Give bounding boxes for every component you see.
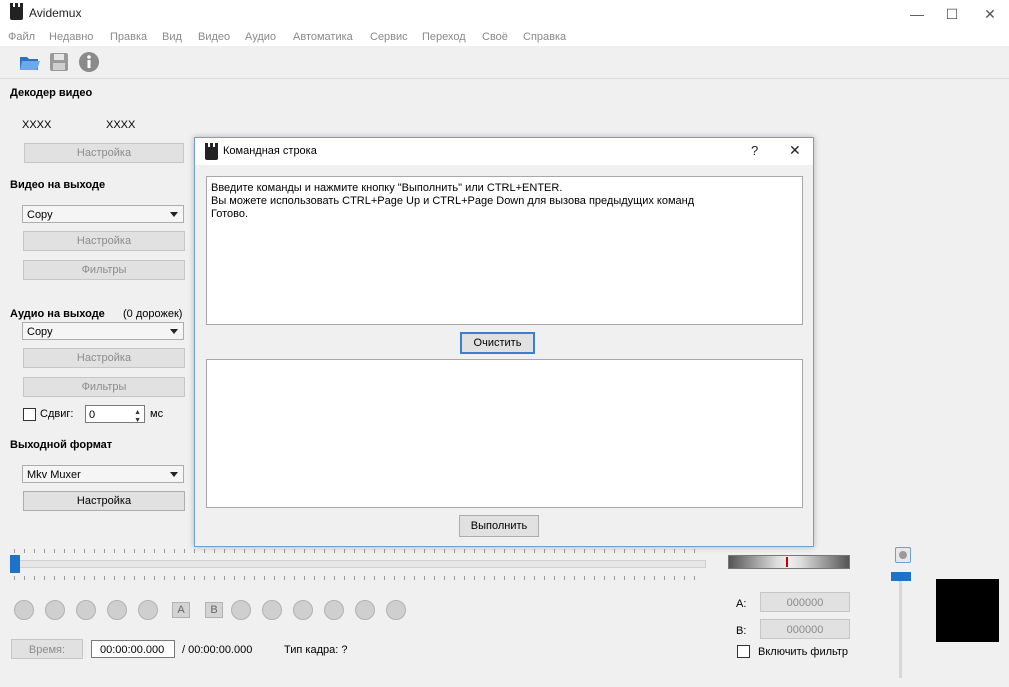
- volume-slider[interactable]: [899, 580, 902, 678]
- current-time-input[interactable]: 00:00:00.000: [91, 640, 175, 658]
- dialog-close-button[interactable]: ✕: [789, 142, 801, 159]
- dialog-title: Командная строка: [223, 145, 317, 157]
- log-line: Готово.: [211, 208, 249, 220]
- dialog-help-button[interactable]: ?: [751, 143, 758, 158]
- goto-marker-b-button[interactable]: [262, 600, 282, 620]
- spin-down-icon[interactable]: ▼: [134, 412, 141, 430]
- decoder-settings-button[interactable]: Настройка: [24, 143, 184, 163]
- close-button[interactable]: ✕: [975, 4, 1005, 24]
- time-button[interactable]: Время:: [11, 639, 83, 659]
- next-frame-button[interactable]: [76, 600, 96, 620]
- shift-input[interactable]: 0 ▲ ▼: [85, 405, 145, 424]
- jog-wheel[interactable]: [728, 555, 850, 569]
- prev-black-frame-button[interactable]: [355, 600, 375, 620]
- jog-indicator: [786, 557, 788, 567]
- menu-view[interactable]: Вид: [162, 31, 182, 43]
- menu-go[interactable]: Переход: [422, 31, 466, 43]
- title-bar: [0, 0, 1009, 28]
- next-black-frame-button[interactable]: [386, 600, 406, 620]
- audio-filters-button[interactable]: Фильтры: [23, 377, 185, 397]
- audio-output-title: Аудио на выходе: [10, 308, 105, 320]
- video-output-title: Видео на выходе: [10, 179, 106, 191]
- shift-label: Сдвиг:: [40, 408, 74, 420]
- prev-keyframe-button[interactable]: [107, 600, 127, 620]
- shift-value: 0: [89, 409, 96, 421]
- marker-b-label: B:: [736, 625, 747, 637]
- command-line-dialog: Командная строка ? ✕ Введите команды и н…: [194, 137, 814, 547]
- save-icon[interactable]: [47, 50, 71, 74]
- run-button[interactable]: Выполнить: [459, 515, 539, 537]
- timeline-ticks-bottom: [14, 576, 704, 580]
- marker-a-field: 000000: [760, 592, 850, 612]
- video-codec-value: Copy: [27, 209, 53, 221]
- set-marker-b-button[interactable]: B: [205, 602, 223, 618]
- audio-settings-button[interactable]: Настройка: [23, 348, 185, 368]
- menu-auto[interactable]: Автоматика: [293, 31, 353, 43]
- audio-codec-select[interactable]: Copy: [22, 322, 184, 340]
- chevron-down-icon: [170, 212, 178, 217]
- log-line: Вы можете использовать CTRL+Page Up и CT…: [211, 195, 695, 207]
- goto-start-button[interactable]: [293, 600, 313, 620]
- total-time: / 00:00:00.000: [182, 644, 253, 656]
- goto-end-button[interactable]: [324, 600, 344, 620]
- goto-marker-a-button[interactable]: [231, 600, 251, 620]
- menu-audio[interactable]: Аудио: [245, 31, 276, 43]
- log-line: Введите команды и нажмите кнопку "Выполн…: [211, 182, 563, 194]
- marker-a-label: A:: [736, 598, 747, 610]
- open-folder-icon[interactable]: [18, 50, 42, 74]
- minimize-button[interactable]: —: [902, 4, 932, 24]
- menu-help[interactable]: Справка: [523, 31, 566, 43]
- menu-edit[interactable]: Правка: [110, 31, 147, 43]
- chevron-down-icon: [170, 329, 178, 334]
- command-log[interactable]: Введите команды и нажмите кнопку "Выполн…: [206, 176, 803, 325]
- preview-thumbnail: [936, 579, 999, 642]
- play-button[interactable]: [14, 600, 34, 620]
- video-filters-button[interactable]: Фильтры: [23, 260, 185, 280]
- info-icon[interactable]: [77, 50, 101, 74]
- video-codec-select[interactable]: Copy: [22, 205, 184, 223]
- maximize-button[interactable]: ☐: [937, 4, 967, 24]
- avidemux-icon: [10, 3, 23, 20]
- muxer-value: Mkv Muxer: [27, 469, 81, 481]
- timeline-slider[interactable]: [14, 560, 706, 568]
- timeline-handle[interactable]: [10, 555, 20, 573]
- menu-custom[interactable]: Своё: [482, 31, 508, 43]
- shift-checkbox[interactable]: [23, 408, 36, 421]
- next-keyframe-button[interactable]: [138, 600, 158, 620]
- toolbar: [0, 46, 1009, 79]
- video-decoder-title: Декодер видео: [10, 87, 93, 99]
- marker-b-field: 000000: [760, 619, 850, 639]
- audio-codec-value: Copy: [27, 326, 53, 338]
- audio-track-count: (0 дорожек): [123, 308, 183, 320]
- dialog-app-icon: [205, 143, 218, 160]
- muxer-select[interactable]: Mkv Muxer: [22, 465, 184, 483]
- clear-button[interactable]: Очистить: [460, 332, 535, 354]
- shift-unit: мс: [150, 408, 164, 420]
- window-title: Avidemux: [29, 6, 82, 20]
- decoder-codec-b: XXXX: [106, 119, 136, 131]
- enable-filter-checkbox[interactable]: [737, 645, 750, 658]
- set-marker-a-button[interactable]: A: [172, 602, 190, 618]
- volume-icon[interactable]: [895, 547, 911, 563]
- menu-recent[interactable]: Недавно: [49, 31, 93, 43]
- output-format-title: Выходной формат: [10, 439, 113, 451]
- menu-file[interactable]: Файл: [8, 31, 35, 43]
- enable-filter-label: Включить фильтр: [758, 646, 849, 658]
- muxer-settings-button[interactable]: Настройка: [23, 491, 185, 511]
- video-settings-button[interactable]: Настройка: [23, 231, 185, 251]
- menu-tools[interactable]: Сервис: [370, 31, 408, 43]
- menu-video[interactable]: Видео: [198, 31, 230, 43]
- volume-handle[interactable]: [891, 572, 911, 581]
- decoder-codec-a: XXXX: [22, 119, 52, 131]
- frame-type: Тип кадра: ?: [284, 644, 348, 656]
- timeline-ticks-top: [14, 549, 704, 553]
- command-input[interactable]: [206, 359, 803, 508]
- prev-frame-button[interactable]: [45, 600, 65, 620]
- chevron-down-icon: [170, 472, 178, 477]
